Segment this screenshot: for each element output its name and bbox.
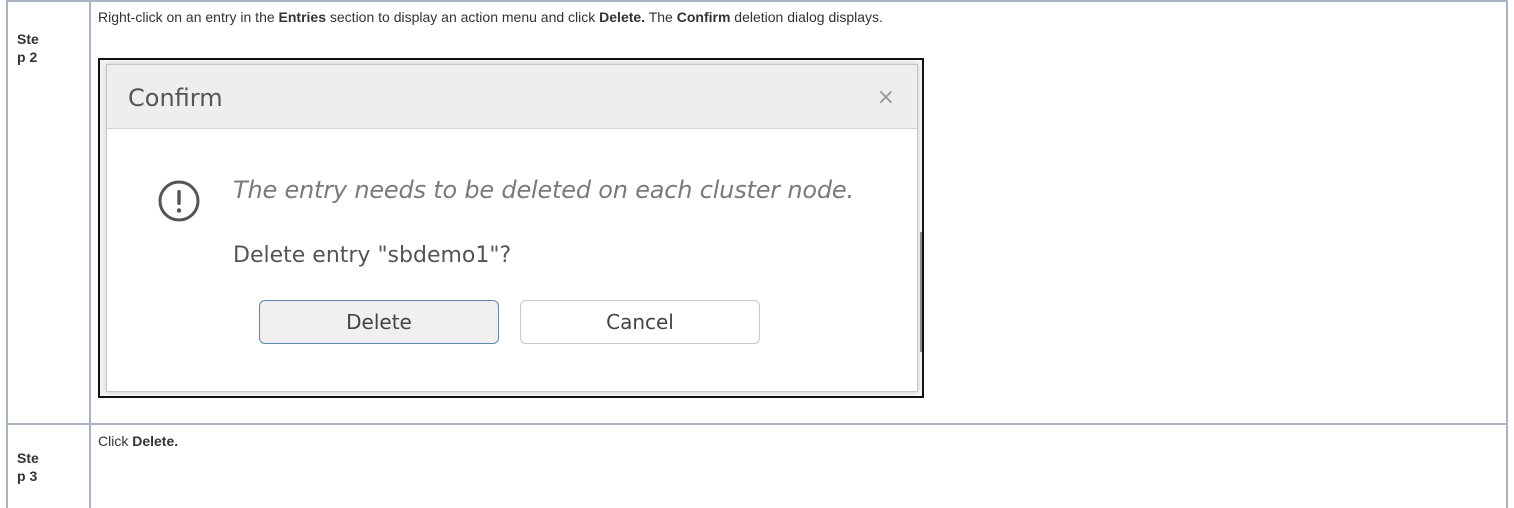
- step-2-label: Ste p 2: [17, 30, 39, 66]
- instruction-fragment: deletion dialog displays.: [730, 9, 883, 25]
- steps-table: Ste p 2 Right-click on an entry in the E…: [0, 0, 1514, 508]
- dialog-question: Delete entry "sbdemo1"?: [233, 243, 512, 268]
- instruction-fragment: Confirm: [676, 9, 731, 25]
- step-3-label-line1: Ste: [17, 450, 39, 466]
- dialog-message: The entry needs to be deleted on each cl…: [233, 176, 854, 204]
- instruction-fragment: Delete.: [599, 9, 646, 25]
- confirm-dialog-screenshot: Confirm × The entry needs to be deleted …: [98, 58, 924, 398]
- scrollbar-edge: [920, 232, 922, 352]
- step-2-label-line1: Ste: [17, 31, 39, 47]
- instruction-fragment: section to display an action menu and cl…: [326, 9, 600, 25]
- confirm-dialog: Confirm × The entry needs to be deleted …: [106, 64, 918, 392]
- dialog-title: Confirm: [128, 84, 223, 112]
- step-2-label-line2: p 2: [17, 49, 38, 65]
- instruction-fragment: Right-click on an entry in the: [98, 9, 279, 25]
- step-3-label: Ste p 3: [17, 449, 39, 485]
- table-border-top: [6, 0, 1508, 2]
- step-3-label-line2: p 3: [17, 468, 38, 484]
- step-3-instruction: Click Delete.: [98, 432, 178, 450]
- exclamation-circle-icon: [158, 180, 200, 222]
- close-icon[interactable]: ×: [877, 85, 895, 110]
- instruction-fragment: The: [645, 9, 677, 25]
- dialog-header: Confirm ×: [107, 65, 917, 129]
- instruction-fragment: Delete.: [132, 433, 179, 449]
- step-2-instruction: Right-click on an entry in the Entries s…: [98, 8, 883, 26]
- cancel-button[interactable]: Cancel: [520, 300, 760, 344]
- table-row-divider: [6, 423, 1508, 425]
- instruction-fragment: Click: [98, 433, 133, 449]
- instruction-fragment: Entries: [278, 9, 326, 25]
- delete-button[interactable]: Delete: [259, 300, 499, 344]
- table-border-left: [6, 0, 8, 508]
- table-column-divider: [89, 0, 91, 508]
- table-border-right: [1506, 0, 1508, 508]
